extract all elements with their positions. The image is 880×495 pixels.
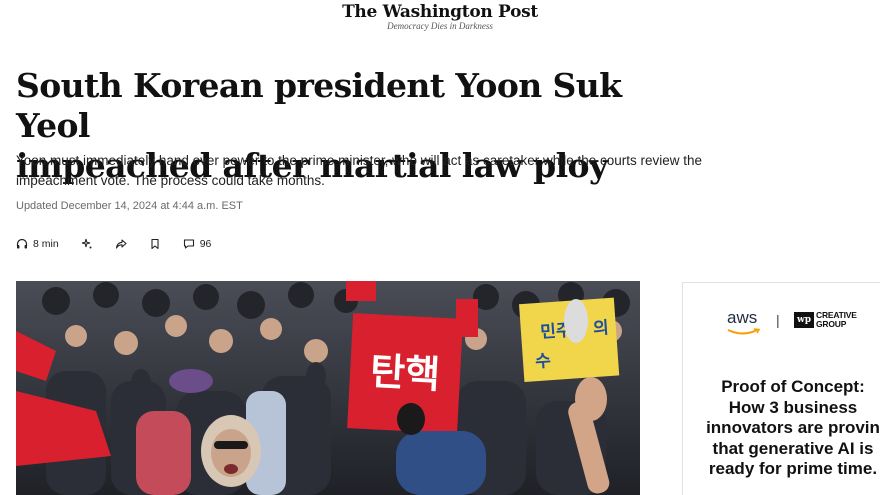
headline-line-1: South Korean president Yoon Suk Yeol [16,66,622,145]
aws-smile-icon [727,328,761,335]
comments-button[interactable]: 96 [183,238,212,250]
listen-button[interactable]: 8 min [16,238,59,250]
aws-logo: aws [727,308,758,327]
ad-copy-line-4: that generative AI is [712,438,874,458]
ad-copy-line-2: How 3 business [728,397,858,417]
headphones-icon [16,238,28,249]
ad-copy-line-5: ready for prime time. [708,459,878,478]
ad-logos: aws | wp CREATIVE GROUP [683,308,880,336]
washington-post-logo[interactable]: The Washington Post [0,2,880,22]
masthead: The Washington Post Democracy Dies in Da… [0,0,880,38]
ad-copy: Proof of Concept: How 3 business innovat… [683,377,880,480]
comments-count: 96 [199,238,212,250]
masthead-tagline: Democracy Dies in Darkness [387,21,493,31]
listen-duration: 8 min [33,238,59,250]
dek-line-1: Yoon must immediately hand over power to… [16,153,703,168]
comment-icon [183,239,194,249]
creative-group-logo: CREATIVE GROUP [816,311,857,329]
yellow-sign-text-1b: 의 [592,318,609,339]
save-button[interactable] [149,238,161,250]
article-timestamp: Updated December 14, 2024 at 4:44 a.m. E… [16,200,243,212]
logo-separator: | [776,312,780,328]
wp-logo: wp [794,312,814,328]
ad-copy-line-1: Proof of Concept: [721,377,865,396]
lead-photo[interactable]: 탄핵 민주 의 수 [16,281,640,495]
creative-group-line-2: GROUP [816,319,847,329]
article-subheadline: Yoon must immediately hand over power to… [16,151,746,191]
ad-copy-line-3: innovators are provin [706,418,880,437]
protest-crowd-photo: 탄핵 민주 의 수 [16,281,640,495]
summary-button[interactable] [81,238,93,250]
yellow-sign-text-2: 수 [535,351,552,372]
impeach-sign-text: 탄핵 [369,349,441,397]
sparkle-icon [81,238,92,249]
share-button[interactable] [115,238,127,250]
article-toolbar: 8 min 96 [16,235,233,253]
bookmark-icon [151,238,159,250]
dek-line-2: impeachment vote. The process could take… [16,173,325,188]
sponsored-ad[interactable]: aws | wp CREATIVE GROUP Proof of Concept… [682,282,880,495]
share-icon [115,239,127,249]
